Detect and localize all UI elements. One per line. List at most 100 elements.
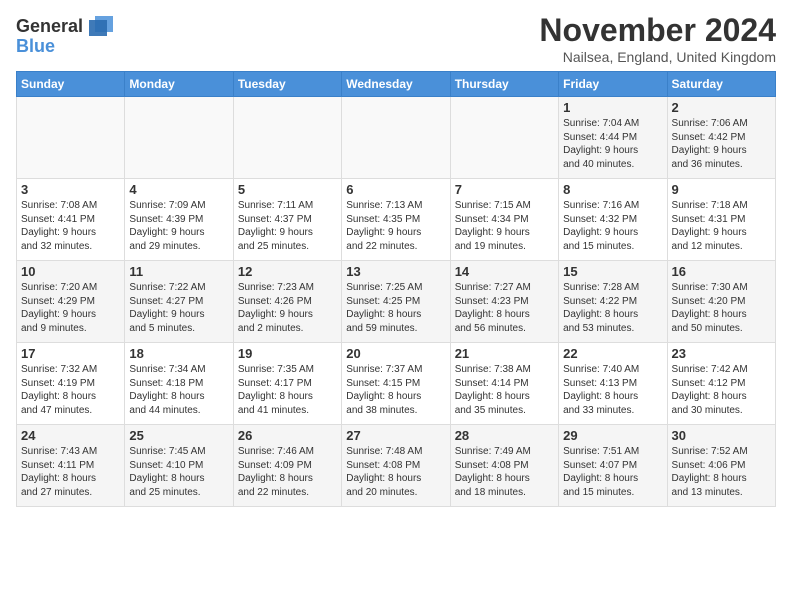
calendar-cell: 1Sunrise: 7:04 AM Sunset: 4:44 PM Daylig…: [559, 97, 667, 179]
day-info: Sunrise: 7:32 AM Sunset: 4:19 PM Dayligh…: [21, 363, 120, 417]
calendar-cell: 16 Sunrise: 7:30 AM Sunset: 4:20 PM Dayli…: [667, 261, 775, 343]
calendar-cell: 12Sunrise: 7:23 AM Sunset: 4:26 PM Dayli…: [233, 261, 341, 343]
day-info: Sunrise: 7:16 AM Sunset: 4:32 PM Dayligh…: [563, 199, 662, 253]
calendar-cell: 10Sunrise: 7:20 AM Sunset: 4:29 PM Dayli…: [17, 261, 125, 343]
calendar-cell: 23Sunrise: 7:42 AM Sunset: 4:12 PM Dayli…: [667, 343, 775, 425]
day-number: 1: [563, 100, 662, 115]
title-area: November 2024 Nailsea, England, United K…: [539, 12, 776, 65]
day-number: 23: [672, 346, 771, 361]
day-info: Sunrise: 7:13 AM Sunset: 4:35 PM Dayligh…: [346, 199, 445, 253]
day-info: Sunrise: 7:51 AM Sunset: 4:07 PM Dayligh…: [563, 445, 662, 499]
weekday-header: Thursday: [450, 72, 558, 97]
day-number: 25: [129, 428, 228, 443]
day-info: Sunrise: 7:43 AM Sunset: 4:11 PM Dayligh…: [21, 445, 120, 499]
day-number: 9: [672, 182, 771, 197]
day-number: 12: [238, 264, 337, 279]
day-number: 29: [563, 428, 662, 443]
day-number: 7: [455, 182, 554, 197]
weekday-header: Wednesday: [342, 72, 450, 97]
calendar-cell: 4 Sunrise: 7:09 AM Sunset: 4:39 PM Daylig…: [125, 179, 233, 261]
day-info: Sunrise: 7:30 AM Sunset: 4:20 PM Dayligh…: [672, 281, 771, 335]
weekday-header: Tuesday: [233, 72, 341, 97]
day-info: Sunrise: 7:35 AM Sunset: 4:17 PM Dayligh…: [238, 363, 337, 417]
day-number: 13: [346, 264, 445, 279]
page-header: General Blue November 2024 Nailsea, Engl…: [0, 0, 792, 71]
calendar-cell: 18 Sunrise: 7:34 AM Sunset: 4:18 PM Dayli…: [125, 343, 233, 425]
weekday-header: Sunday: [17, 72, 125, 97]
day-info: Sunrise: 7:49 AM Sunset: 4:08 PM Dayligh…: [455, 445, 554, 499]
calendar-cell: [17, 97, 125, 179]
day-number: 11: [129, 264, 228, 279]
calendar-week-row: 24 Sunrise: 7:43 AM Sunset: 4:11 PM Dayli…: [17, 425, 776, 507]
day-number: 6: [346, 182, 445, 197]
day-info: Sunrise: 7:46 AM Sunset: 4:09 PM Dayligh…: [238, 445, 337, 499]
day-number: 4: [129, 182, 228, 197]
calendar-area: SundayMondayTuesdayWednesdayThursdayFrid…: [0, 71, 792, 515]
day-info: Sunrise: 7:45 AM Sunset: 4:10 PM Dayligh…: [129, 445, 228, 499]
calendar-cell: 5 Sunrise: 7:11 AM Sunset: 4:37 PM Daylig…: [233, 179, 341, 261]
logo: General Blue: [16, 12, 117, 57]
calendar-cell: 6 Sunrise: 7:13 AM Sunset: 4:35 PM Daylig…: [342, 179, 450, 261]
day-number: 2: [672, 100, 771, 115]
calendar-cell: 19 Sunrise: 7:35 AM Sunset: 4:17 PM Dayli…: [233, 343, 341, 425]
day-number: 24: [21, 428, 120, 443]
calendar-cell: 8 Sunrise: 7:16 AM Sunset: 4:32 PM Daylig…: [559, 179, 667, 261]
day-number: 5: [238, 182, 337, 197]
day-number: 16: [672, 264, 771, 279]
calendar-cell: 26 Sunrise: 7:46 AM Sunset: 4:09 PM Dayli…: [233, 425, 341, 507]
weekday-header: Saturday: [667, 72, 775, 97]
weekday-header: Monday: [125, 72, 233, 97]
day-info: Sunrise: 7:06 AM Sunset: 4:42 PM Dayligh…: [672, 117, 771, 171]
day-number: 20: [346, 346, 445, 361]
calendar-cell: 17 Sunrise: 7:32 AM Sunset: 4:19 PM Dayli…: [17, 343, 125, 425]
calendar-cell: 29 Sunrise: 7:51 AM Sunset: 4:07 PM Dayli…: [559, 425, 667, 507]
calendar-cell: 25 Sunrise: 7:45 AM Sunset: 4:10 PM Dayli…: [125, 425, 233, 507]
calendar-table: SundayMondayTuesdayWednesdayThursdayFrid…: [16, 71, 776, 507]
calendar-cell: 11Sunrise: 7:22 AM Sunset: 4:27 PM Dayli…: [125, 261, 233, 343]
calendar-cell: 22 Sunrise: 7:40 AM Sunset: 4:13 PM Dayli…: [559, 343, 667, 425]
calendar-cell: [342, 97, 450, 179]
day-info: Sunrise: 7:27 AM Sunset: 4:23 PM Dayligh…: [455, 281, 554, 335]
day-info: Sunrise: 7:52 AM Sunset: 4:06 PM Dayligh…: [672, 445, 771, 499]
day-info: Sunrise: 7:09 AM Sunset: 4:39 PM Dayligh…: [129, 199, 228, 253]
calendar-cell: 24 Sunrise: 7:43 AM Sunset: 4:11 PM Dayli…: [17, 425, 125, 507]
calendar-cell: [450, 97, 558, 179]
calendar-cell: 21Sunrise: 7:38 AM Sunset: 4:14 PM Dayli…: [450, 343, 558, 425]
calendar-cell: 27Sunrise: 7:48 AM Sunset: 4:08 PM Dayli…: [342, 425, 450, 507]
calendar-cell: 9 Sunrise: 7:18 AM Sunset: 4:31 PM Daylig…: [667, 179, 775, 261]
calendar-week-row: 17 Sunrise: 7:32 AM Sunset: 4:19 PM Dayli…: [17, 343, 776, 425]
day-number: 30: [672, 428, 771, 443]
day-info: Sunrise: 7:34 AM Sunset: 4:18 PM Dayligh…: [129, 363, 228, 417]
day-info: Sunrise: 7:08 AM Sunset: 4:41 PM Dayligh…: [21, 199, 120, 253]
calendar-cell: 2 Sunrise: 7:06 AM Sunset: 4:42 PM Daylig…: [667, 97, 775, 179]
calendar-cell: 30 Sunrise: 7:52 AM Sunset: 4:06 PM Dayli…: [667, 425, 775, 507]
logo-icon: [85, 12, 115, 40]
calendar-cell: 28 Sunrise: 7:49 AM Sunset: 4:08 PM Dayli…: [450, 425, 558, 507]
day-number: 21: [455, 346, 554, 361]
day-number: 10: [21, 264, 120, 279]
day-number: 28: [455, 428, 554, 443]
day-number: 27: [346, 428, 445, 443]
day-info: Sunrise: 7:40 AM Sunset: 4:13 PM Dayligh…: [563, 363, 662, 417]
day-info: Sunrise: 7:25 AM Sunset: 4:25 PM Dayligh…: [346, 281, 445, 335]
calendar-week-row: 1Sunrise: 7:04 AM Sunset: 4:44 PM Daylig…: [17, 97, 776, 179]
header-row: SundayMondayTuesdayWednesdayThursdayFrid…: [17, 72, 776, 97]
location: Nailsea, England, United Kingdom: [539, 49, 776, 65]
month-title: November 2024: [539, 12, 776, 49]
calendar-cell: 3 Sunrise: 7:08 AM Sunset: 4:41 PM Daylig…: [17, 179, 125, 261]
calendar-cell: 7Sunrise: 7:15 AM Sunset: 4:34 PM Daylig…: [450, 179, 558, 261]
day-number: 18: [129, 346, 228, 361]
calendar-cell: 13 Sunrise: 7:25 AM Sunset: 4:25 PM Dayli…: [342, 261, 450, 343]
day-info: Sunrise: 7:11 AM Sunset: 4:37 PM Dayligh…: [238, 199, 337, 253]
calendar-cell: [233, 97, 341, 179]
day-number: 22: [563, 346, 662, 361]
calendar-cell: 20Sunrise: 7:37 AM Sunset: 4:15 PM Dayli…: [342, 343, 450, 425]
day-info: Sunrise: 7:18 AM Sunset: 4:31 PM Dayligh…: [672, 199, 771, 253]
day-number: 3: [21, 182, 120, 197]
day-number: 17: [21, 346, 120, 361]
day-number: 19: [238, 346, 337, 361]
day-number: 26: [238, 428, 337, 443]
day-number: 8: [563, 182, 662, 197]
calendar-week-row: 3 Sunrise: 7:08 AM Sunset: 4:41 PM Daylig…: [17, 179, 776, 261]
calendar-cell: [125, 97, 233, 179]
